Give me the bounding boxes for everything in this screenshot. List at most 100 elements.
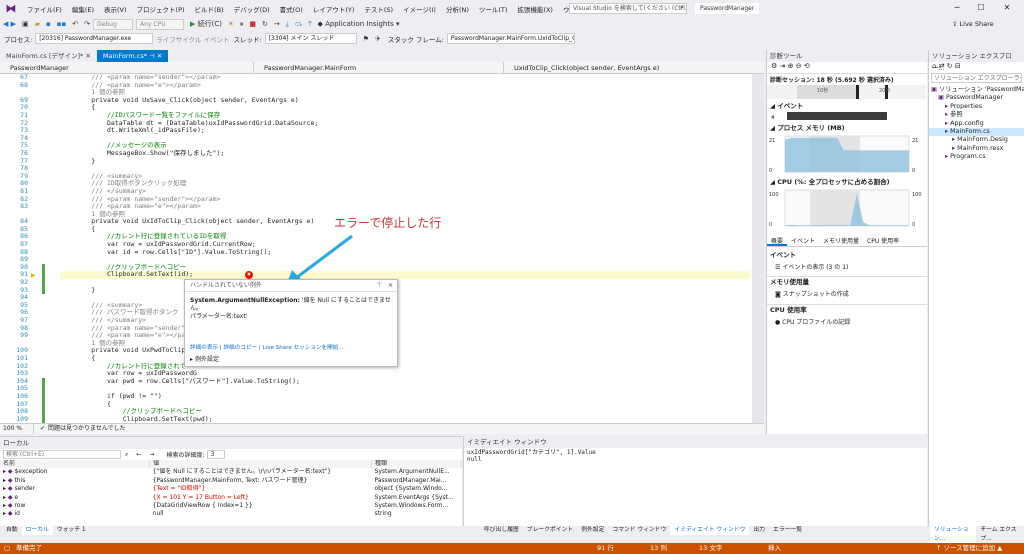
- menu-item[interactable]: ファイル(F): [22, 4, 67, 14]
- menu-item[interactable]: 書式(O): [275, 4, 308, 14]
- bottom-tab[interactable]: コマンド ウィンドウ: [608, 526, 670, 535]
- tree-item[interactable]: ▸ Properties: [929, 103, 1024, 111]
- close-icon[interactable]: ✕: [388, 280, 393, 292]
- code-line[interactable]: dt.WriteXml(_idPassFile);: [60, 127, 750, 135]
- close-icon[interactable]: ✕: [85, 52, 90, 60]
- tree-item[interactable]: ▸ MainForm.Desig: [929, 136, 1024, 144]
- app-insights-button[interactable]: ◆ Application Insights ▾: [314, 20, 402, 28]
- column-header[interactable]: 名前: [0, 460, 151, 469]
- code-area[interactable]: /// <param name="sender"></param> /// <p…: [60, 74, 750, 423]
- stop-icon[interactable]: ■: [246, 20, 259, 28]
- undo-icon[interactable]: ↶: [69, 20, 81, 28]
- select-tools-icon[interactable]: ⇥: [780, 62, 786, 70]
- live-share-button[interactable]: ⇪ Live Share: [952, 18, 994, 31]
- diag-timeline[interactable]: 10秒 20秒: [767, 85, 926, 99]
- zoom-out-icon[interactable]: ⊖: [796, 62, 802, 70]
- close-icon[interactable]: ✕: [996, 2, 1018, 14]
- table-row[interactable]: ▸ ◆ sender {Text = "ID取得"} object {System.…: [0, 485, 462, 493]
- cpu-chart[interactable]: 100 0 100 0: [767, 187, 926, 229]
- flag-icon[interactable]: ✈: [372, 35, 384, 43]
- show-events-link[interactable]: ☰ イベントの表示 (3 の 1): [767, 260, 927, 273]
- error-icon[interactable]: ✖: [245, 270, 253, 279]
- code-line[interactable]: }: [60, 157, 750, 166]
- close-icon[interactable]: ✕: [157, 52, 162, 60]
- solution-search-input[interactable]: ソリューション エクスプローラー...: [931, 73, 1022, 83]
- immediate-output[interactable]: uxIdPasswordGrid["カテゴリ", 1].Value null: [464, 448, 927, 464]
- back-icon[interactable]: ◀ ▶: [0, 20, 19, 28]
- zoom-level[interactable]: 100 %: [0, 424, 34, 434]
- tree-item[interactable]: ▸ MainForm.resx: [929, 145, 1024, 153]
- immediate-window[interactable]: イミディエイト ウィンドウ uxIdPasswordGrid["カテゴリ", 1…: [463, 436, 927, 526]
- code-line[interactable]: [60, 385, 750, 393]
- menu-item[interactable]: レイアウト(Y): [308, 4, 360, 14]
- depth-combo[interactable]: 3: [207, 450, 226, 459]
- code-line[interactable]: var id = row.Cells["ID"].Value.ToString(…: [60, 248, 750, 257]
- view-details-link[interactable]: 詳細の表示: [190, 345, 218, 351]
- code-line[interactable]: /// パスワード取得ボタンク: [60, 309, 750, 317]
- search-icon[interactable]: ⌕: [121, 451, 132, 459]
- collapse-icon[interactable]: ⊟: [955, 62, 961, 70]
- bottom-tab[interactable]: 例外設定: [577, 526, 608, 535]
- menu-item[interactable]: ツール(T): [474, 4, 513, 14]
- bottom-tab[interactable]: チーム エクスプ...: [976, 526, 1024, 544]
- tree-item[interactable]: ▣ ソリューション 'PasswordMan: [929, 86, 1024, 94]
- code-line[interactable]: var pwd = row.Cells["パスワード"].Value.ToStr…: [60, 377, 750, 386]
- code-line[interactable]: if (pwd != ""): [60, 392, 750, 401]
- step-into-icon[interactable]: ⤓: [283, 20, 292, 29]
- configuration-combo[interactable]: Debug: [93, 18, 134, 30]
- menu-item[interactable]: プロジェクト(P): [132, 4, 190, 14]
- platform-combo[interactable]: Any CPU: [136, 18, 185, 30]
- tab-mainform-designer[interactable]: MainForm.cs [デザイン]* ✕: [0, 50, 97, 62]
- bottom-tab[interactable]: ブレークポイント: [523, 526, 577, 535]
- save-icon[interactable]: ▪: [43, 20, 54, 28]
- variable-value[interactable]: {DataGridViewRow { Index=1 }}: [150, 502, 372, 510]
- diag-tab[interactable]: イベント: [787, 237, 819, 246]
- column-header[interactable]: 種類: [371, 460, 462, 469]
- source-control-button[interactable]: ↑ ソース管理に追加 ▲: [936, 543, 1002, 554]
- code-line[interactable]: private void UxSave_Click(object sender,…: [60, 96, 750, 105]
- settings-icon[interactable]: ⚙: [771, 62, 777, 70]
- save-all-icon[interactable]: ▪▪: [54, 20, 70, 28]
- menu-item[interactable]: 編集(E): [67, 4, 99, 14]
- menu-item[interactable]: 分析(N): [441, 4, 474, 14]
- fire-icon[interactable]: ✶: [225, 20, 237, 28]
- diag-tab[interactable]: メモリ使用量: [819, 237, 863, 246]
- tree-item[interactable]: ▣ PasswordManager: [929, 94, 1024, 102]
- variable-value[interactable]: {PasswordManager.MainForm, Text: パスワード管理…: [150, 477, 372, 485]
- maximize-icon[interactable]: ☐: [970, 2, 992, 14]
- continue-button[interactable]: ▶ 続行(C): [187, 19, 225, 29]
- step-over-icon[interactable]: ⤼: [292, 20, 305, 29]
- bottom-tab[interactable]: イミディエイト ウィンドウ: [670, 526, 750, 535]
- pause-icon[interactable]: ⏸: [237, 20, 247, 29]
- restart-icon[interactable]: ↻: [259, 20, 271, 28]
- tree-item[interactable]: ▸ Program.cs: [929, 153, 1024, 161]
- table-row[interactable]: ▸ ◆ e {X = 101 Y = 17 Button = Left} Syste…: [0, 494, 462, 502]
- menu-item[interactable]: イメージ(I): [398, 4, 441, 14]
- locals-search-input[interactable]: 検索 (Ctrl+E): [3, 450, 121, 459]
- events-track[interactable]: ⏸: [767, 111, 926, 121]
- redo-icon[interactable]: ↷: [81, 20, 93, 28]
- code-line[interactable]: Clipboard.SetText(pwd);: [60, 415, 750, 423]
- issues-status[interactable]: 問題は見つかりませんでした: [45, 424, 126, 434]
- bottom-tab[interactable]: 呼び出し履歴: [480, 526, 523, 535]
- bottom-tab[interactable]: 自動: [2, 526, 22, 535]
- project-combo[interactable]: PasswordManager: [0, 62, 254, 74]
- bottom-tab[interactable]: ソリューション...: [930, 526, 977, 544]
- search-input[interactable]: Visual Studio を検索して(ください (Ctrl...: [569, 3, 687, 14]
- pin-icon[interactable]: ⊣: [149, 52, 155, 60]
- process-combo[interactable]: [20316] PasswordManager.exe: [35, 33, 154, 44]
- code-line[interactable]: /// <param name="e"></param>: [60, 81, 750, 90]
- table-row[interactable]: ▸ ◆ id null string: [0, 510, 462, 518]
- step-out-icon[interactable]: ⤒: [305, 20, 314, 29]
- variable-value[interactable]: {Text = "ID取得"}: [150, 485, 372, 493]
- record-cpu-profile-button[interactable]: ● CPU プロファイルの記録: [767, 314, 927, 329]
- column-header[interactable]: 値: [149, 460, 373, 469]
- tree-item[interactable]: ▸ App.config: [929, 120, 1024, 128]
- table-row[interactable]: ▸ ◆ row {DataGridViewRow { Index=1 }} Syst…: [0, 502, 462, 510]
- code-line[interactable]: /// <param name="e"></param>: [60, 332, 750, 340]
- menu-item[interactable]: ビルド(B): [190, 4, 229, 14]
- code-line[interactable]: Clipboard.SetText(id);: [60, 271, 750, 280]
- table-row[interactable]: ▸ ◆ this {PasswordManager.MainForm, Text:…: [0, 477, 462, 485]
- zoom-in-icon[interactable]: ⊕: [788, 62, 794, 70]
- menu-item[interactable]: テスト(S): [359, 4, 398, 14]
